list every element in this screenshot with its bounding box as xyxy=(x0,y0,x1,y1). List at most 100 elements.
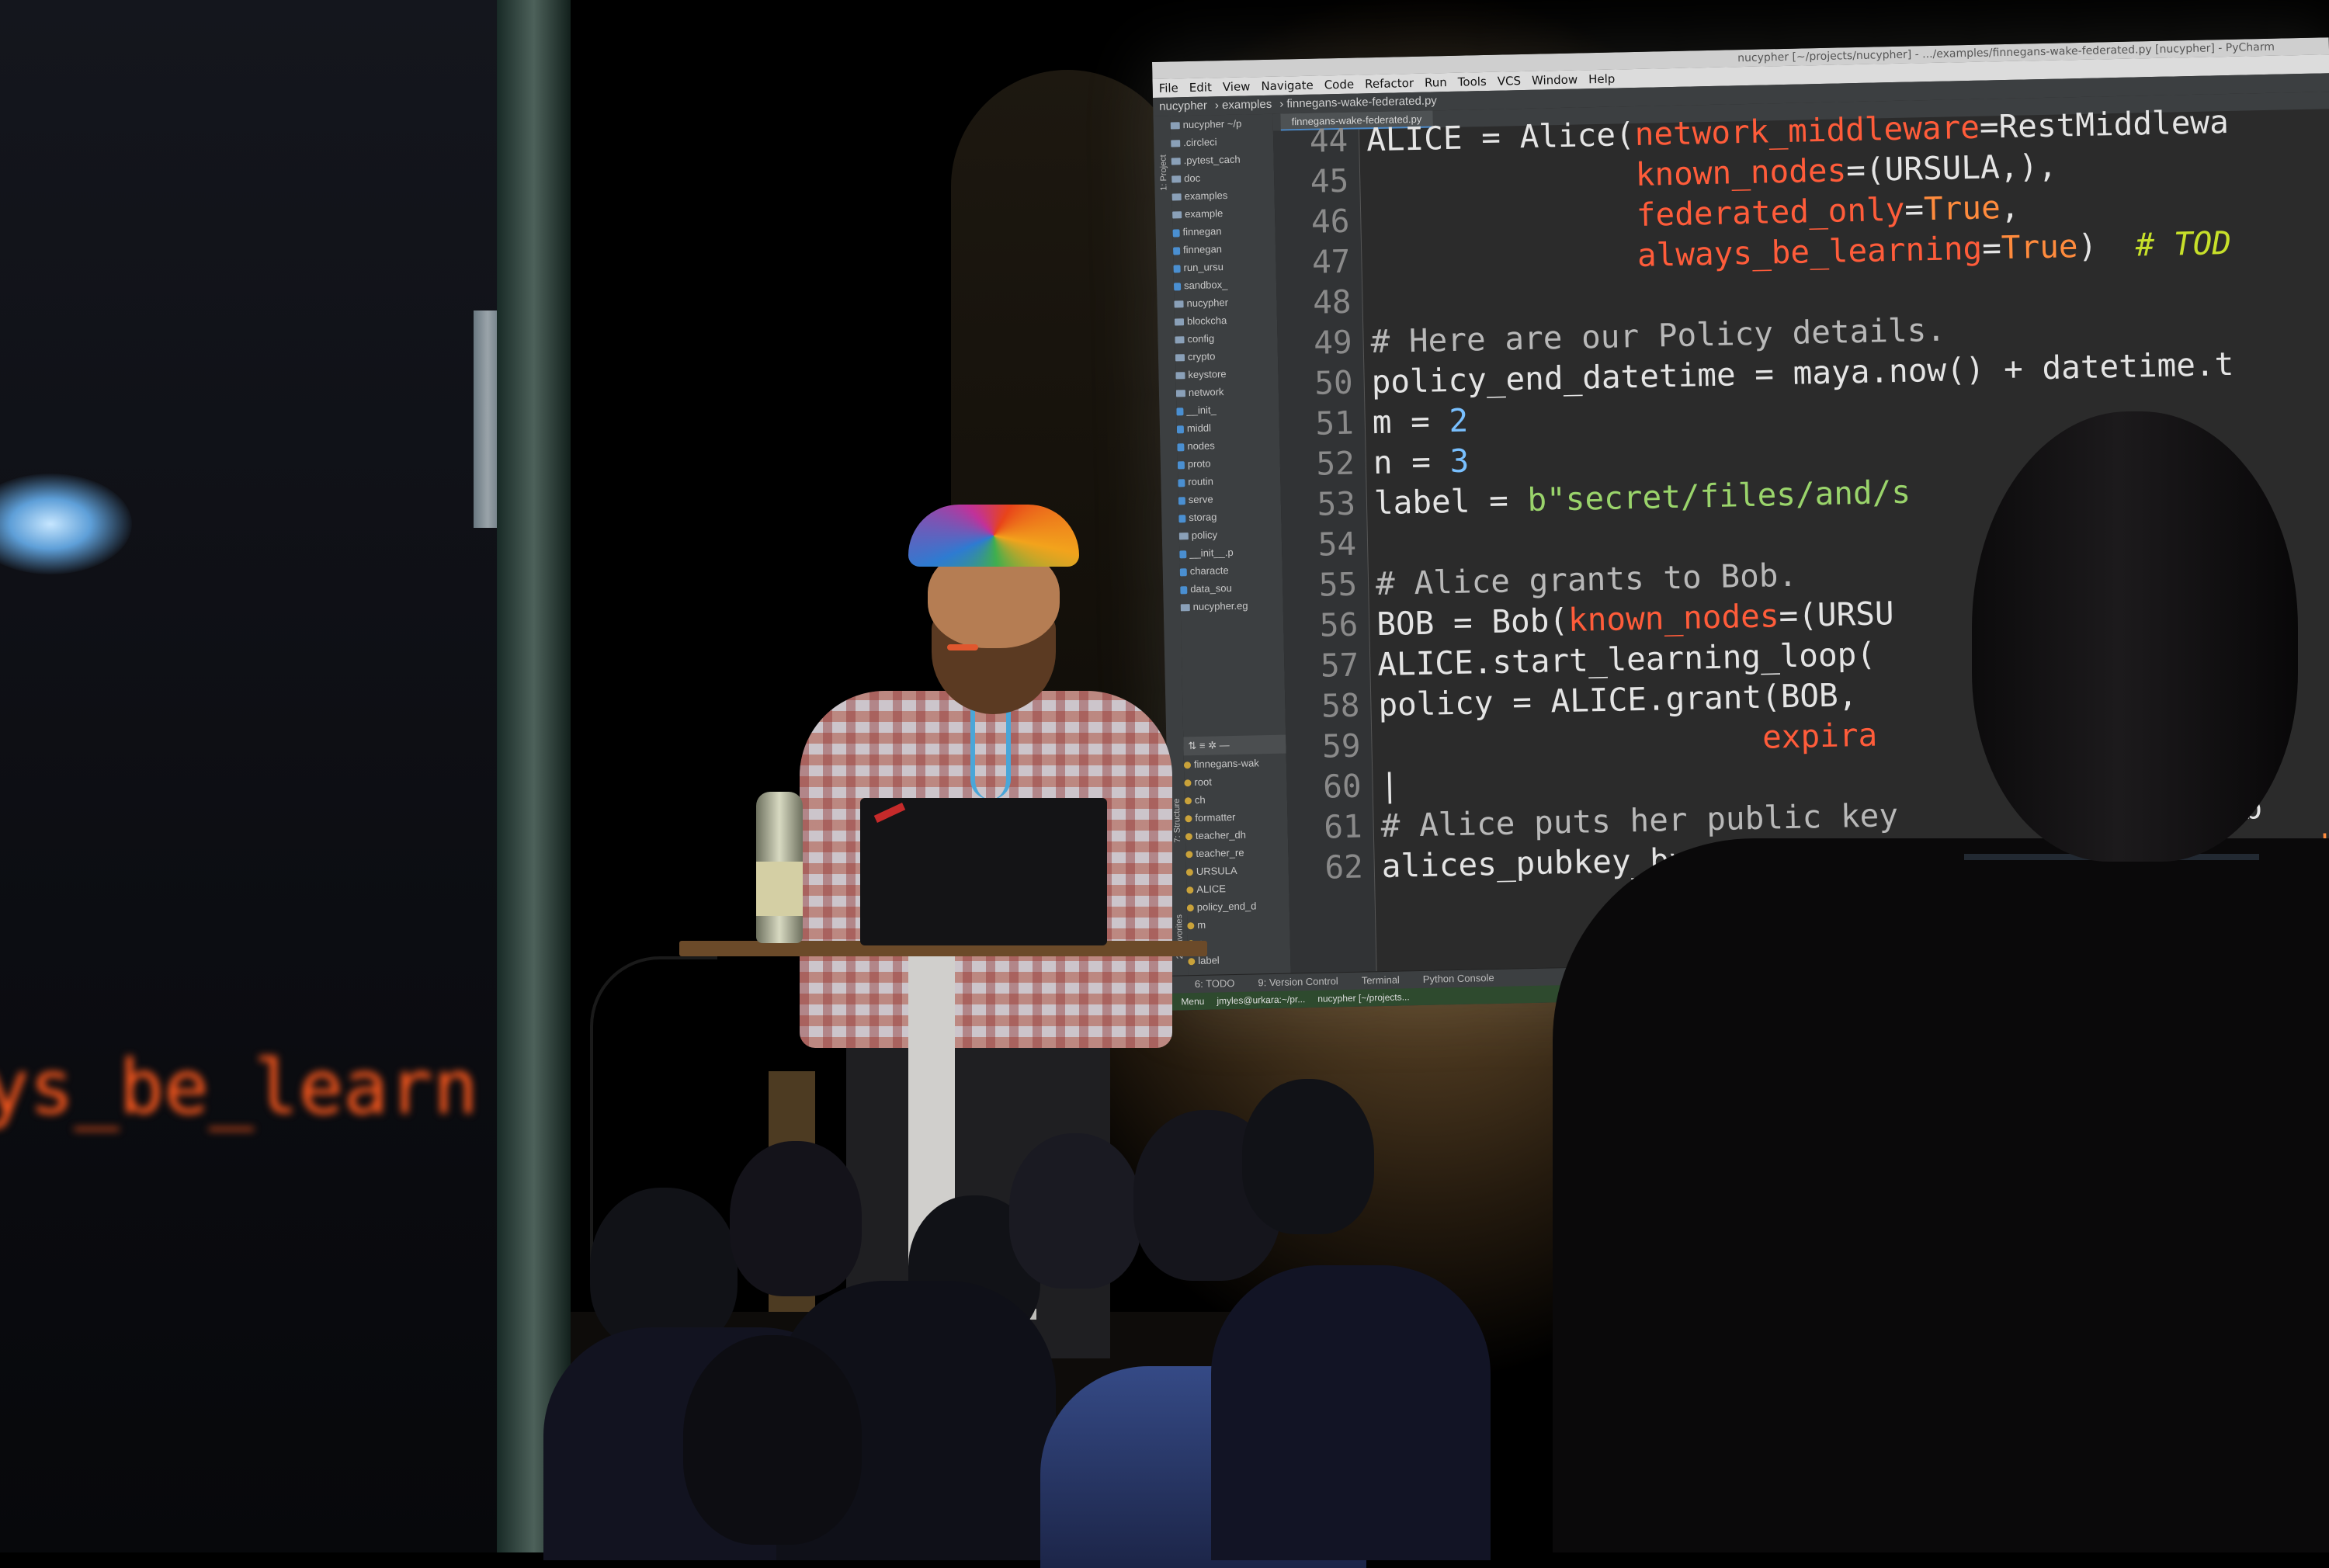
code-token: 3 xyxy=(1449,442,1470,480)
project-tree-item[interactable]: storag xyxy=(1178,507,1281,527)
python-file-icon xyxy=(1176,425,1185,433)
structure-item[interactable]: root xyxy=(1184,772,1286,792)
project-tree-item[interactable]: policy xyxy=(1178,525,1282,545)
code-token: federated_only xyxy=(1636,190,1905,234)
project-tree-item[interactable]: data_sou xyxy=(1180,578,1283,598)
project-tree-item[interactable]: run_ursu xyxy=(1173,257,1276,277)
code-token: b"secret/files/and/s xyxy=(1526,473,1911,519)
structure-label: formatter xyxy=(1195,810,1236,824)
project-tree-item[interactable]: nodes xyxy=(1177,435,1279,456)
project-tree-label: keystore xyxy=(1188,368,1227,381)
project-tree-item[interactable]: __init__.p xyxy=(1179,543,1282,563)
taskbar-item[interactable]: Menu xyxy=(1181,993,1204,1011)
variable-icon xyxy=(1184,797,1192,805)
project-tree-item[interactable]: examples xyxy=(1171,186,1274,206)
project-tree-item[interactable]: blockcha xyxy=(1174,310,1277,331)
python-file-icon xyxy=(1178,514,1186,522)
project-tree-item[interactable]: serve xyxy=(1178,489,1281,509)
project-tree-label: __init_ xyxy=(1186,404,1217,417)
code-token: expira xyxy=(1762,716,1878,756)
variable-icon xyxy=(1187,922,1195,930)
project-tree-label: config xyxy=(1187,332,1215,345)
project-tree-item[interactable]: doc xyxy=(1171,168,1274,188)
audience-shoulders xyxy=(1211,1265,1491,1560)
project-tree-item[interactable]: nucypher.eg xyxy=(1180,596,1283,616)
project-tree-item[interactable]: characte xyxy=(1179,560,1283,581)
structure-item[interactable]: teacher_re xyxy=(1185,843,1288,863)
menu-item-navigate[interactable]: Navigate xyxy=(1261,76,1314,95)
tool-tab[interactable]: 6: TODO xyxy=(1195,975,1235,993)
project-tree-item[interactable]: nucypher xyxy=(1174,293,1276,313)
menu-item-file[interactable]: File xyxy=(1158,78,1178,98)
project-tree-item[interactable]: nucypher ~/p xyxy=(1170,114,1272,134)
menu-item-refactor[interactable]: Refactor xyxy=(1365,74,1414,93)
breadcrumb-item[interactable]: › examples xyxy=(1215,95,1272,116)
menu-item-edit[interactable]: Edit xyxy=(1189,78,1213,97)
structure-label: teacher_re xyxy=(1196,846,1244,860)
line-number: 59 xyxy=(1321,727,1362,765)
breadcrumb-item[interactable]: nucypher xyxy=(1159,97,1207,116)
python-file-icon xyxy=(1177,460,1185,469)
menu-item-run[interactable]: Run xyxy=(1425,73,1447,92)
line-number: 55 xyxy=(1318,565,1358,604)
project-tree-item[interactable]: .pytest_cach xyxy=(1171,150,1273,170)
menu-item-help[interactable]: Help xyxy=(1588,70,1616,89)
project-tool-label[interactable]: 1: Project xyxy=(1158,144,1169,191)
taskbar-item[interactable]: jmyles@urkara:~/pr... xyxy=(1217,990,1305,1009)
structure-label: root xyxy=(1194,775,1212,789)
folder-icon xyxy=(1171,140,1181,147)
menu-item-view[interactable]: View xyxy=(1223,77,1251,96)
menu-item-tools[interactable]: Tools xyxy=(1458,72,1487,92)
project-tree-item[interactable]: middl xyxy=(1176,418,1279,438)
project-tree-item[interactable]: crypto xyxy=(1175,346,1278,366)
project-tree-item[interactable]: .circleci xyxy=(1171,132,1273,152)
code-token: = xyxy=(1981,229,2002,267)
laptop xyxy=(860,798,1107,945)
tool-tab[interactable]: Python Console xyxy=(1423,970,1494,988)
structure-item[interactable]: teacher_dh xyxy=(1185,825,1288,845)
menu-item-window[interactable]: Window xyxy=(1532,71,1578,90)
project-tree-item[interactable]: proto xyxy=(1177,453,1280,474)
project-tree-item[interactable]: finnegan xyxy=(1172,221,1275,241)
structure-item[interactable]: policy_end_d xyxy=(1186,897,1289,917)
tool-tab[interactable]: 9: Version Control xyxy=(1258,973,1338,991)
structure-item[interactable]: ALICE xyxy=(1186,879,1289,899)
bottle-label xyxy=(756,862,803,916)
project-tree-item[interactable]: finnegan xyxy=(1172,239,1276,259)
left-monitor-screen: ys_be_learn xyxy=(0,0,543,1552)
line-number: 62 xyxy=(1324,848,1364,886)
structure-item[interactable]: URSULA xyxy=(1185,861,1289,881)
taskbar-item[interactable]: nucypher [~/projects... xyxy=(1317,988,1410,1007)
project-tree-label: example xyxy=(1184,207,1224,220)
tool-tab[interactable]: Terminal xyxy=(1362,972,1401,990)
structure-item[interactable]: m xyxy=(1187,914,1289,935)
code-token: =(URSULA,), xyxy=(1845,147,2058,189)
project-tree-item[interactable]: example xyxy=(1172,203,1275,224)
line-number: 52 xyxy=(1316,444,1355,483)
project-tree-item[interactable]: __init_ xyxy=(1176,400,1279,420)
structure-item[interactable]: finnegans-wak xyxy=(1183,754,1286,774)
folder-icon xyxy=(1180,604,1190,612)
project-tree-item[interactable]: routin xyxy=(1178,471,1280,491)
structure-item[interactable]: ch xyxy=(1184,789,1287,810)
folder-icon xyxy=(1170,122,1180,130)
project-tree-item[interactable]: config xyxy=(1175,328,1277,349)
project-tree-item[interactable]: keystore xyxy=(1175,364,1278,384)
project-tree-label: .circleci xyxy=(1183,136,1217,149)
menu-item-vcs[interactable]: VCS xyxy=(1497,71,1522,91)
headset-mic xyxy=(947,644,978,650)
variable-icon xyxy=(1185,833,1192,841)
python-file-icon xyxy=(1173,264,1181,273)
line-number: 47 xyxy=(1311,242,1351,281)
code-line: | xyxy=(1380,765,1400,807)
python-file-icon xyxy=(1178,496,1185,505)
structure-label: URSULA xyxy=(1196,864,1237,878)
photo-scene: nucypher [~/projects/nucypher] - .../exa… xyxy=(0,0,2329,1568)
menu-item-code[interactable]: Code xyxy=(1324,75,1355,95)
project-tree-label: proto xyxy=(1187,457,1211,470)
variable-icon xyxy=(1183,761,1192,769)
project-tree-item[interactable]: sandbox_ xyxy=(1173,275,1276,295)
project-tree-item[interactable]: network xyxy=(1175,382,1279,402)
structure-tool-label[interactable]: 7: Structure xyxy=(1172,796,1182,843)
structure-item[interactable]: formatter xyxy=(1185,807,1287,827)
